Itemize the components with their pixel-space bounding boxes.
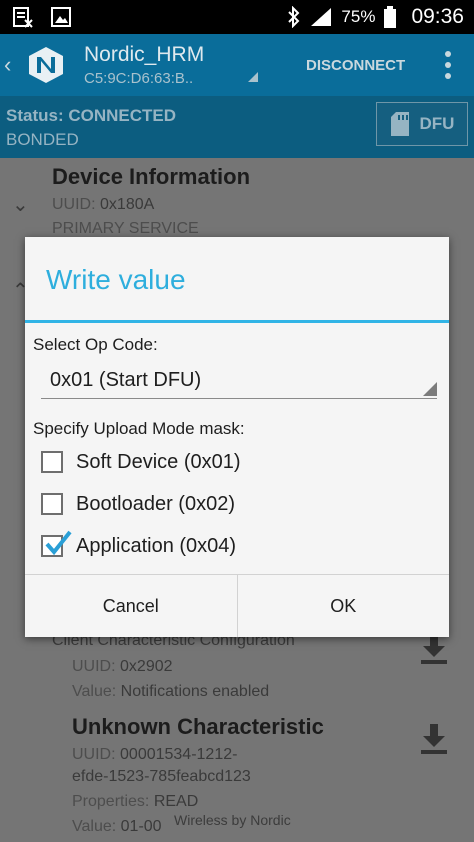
dfu-label: DFU (419, 114, 455, 133)
sd-card-icon (390, 112, 409, 136)
system-status-bar: 75% 09:36 (0, 0, 474, 34)
softdevice-label: Soft Device (0x01) (76, 450, 241, 473)
descriptor-value: Value: Notifications enabled (72, 683, 269, 701)
signal-icon (311, 8, 332, 26)
back-chevron-icon[interactable]: ‹ (4, 52, 22, 78)
expand-chevron-icon[interactable]: ⌄ (12, 192, 29, 217)
checkmark-icon (45, 530, 72, 556)
disconnect-button[interactable]: DISCONNECT (306, 57, 405, 74)
action-bar: ‹ Nordic_HRM C5:9C:D6:63:B.. DISCONNECT (0, 34, 474, 96)
characteristic-properties: Properties: READ (72, 793, 198, 811)
opcode-spinner[interactable]: 0x01 (Start DFU) (41, 365, 437, 399)
characteristic-title[interactable]: Unknown Characteristic (72, 714, 324, 740)
battery-percent: 75% (341, 7, 376, 26)
dialog-title-divider (25, 320, 449, 323)
bond-status: BONDED (6, 130, 79, 149)
characteristic-uuid-value-1: 00001534-1212- (120, 746, 238, 763)
service-type: PRIMARY SERVICE (52, 220, 199, 237)
opcode-selected-value: 0x01 (Start DFU) (50, 369, 202, 391)
upload-mask-label: Specify Upload Mode mask: (33, 419, 245, 438)
service-title[interactable]: Device Information (52, 164, 250, 190)
read-characteristic-icon[interactable] (418, 722, 450, 756)
ok-button[interactable]: OK (236, 575, 450, 637)
characteristic-properties-label: Properties: (72, 793, 150, 810)
device-address: C5:9C:D6:63:B.. (84, 70, 194, 87)
characteristic-value: Value: 01-00 (72, 818, 162, 836)
device-spinner-indicator-icon (248, 72, 258, 82)
write-value-dialog: Write value Select Op Code: 0x01 (Start … (25, 237, 449, 637)
characteristic-value-value: 01-00 (120, 818, 162, 835)
descriptor-uuid-label: UUID: (72, 658, 116, 675)
footer-brand: Wireless by Nordic (174, 812, 291, 828)
characteristic-uuid: UUID: 00001534-1212- (72, 746, 237, 764)
application-label: Application (0x04) (76, 534, 237, 557)
image-notification-icon (51, 7, 71, 27)
descriptor-uuid-value: 0x2902 (120, 658, 173, 675)
connection-status-strip: Status: CONNECTED BONDED DFU (0, 96, 474, 158)
softdevice-checkbox[interactable] (41, 451, 63, 473)
softdevice-option[interactable]: Soft Device (0x01) (41, 447, 241, 477)
service-uuid: UUID: 0x180A (52, 196, 154, 214)
dialog-title: Write value (46, 264, 186, 295)
overflow-menu-icon[interactable] (443, 51, 453, 79)
opcode-label: Select Op Code: (33, 335, 158, 354)
clipboard-notification-icon (13, 7, 33, 28)
characteristic-uuid-label: UUID: (72, 746, 116, 763)
bootloader-option[interactable]: Bootloader (0x02) (41, 489, 235, 519)
dialog-button-bar: Cancel OK (25, 574, 449, 637)
service-uuid-value: 0x180A (100, 196, 155, 213)
application-option[interactable]: Application (0x04) (41, 530, 237, 561)
read-descriptor-icon[interactable] (418, 632, 450, 666)
application-checkbox[interactable] (41, 530, 72, 557)
characteristic-value-label: Value: (72, 818, 117, 835)
descriptor-uuid: UUID: 0x2902 (72, 658, 173, 676)
dropdown-arrow-icon (423, 382, 437, 396)
characteristic-properties-value: READ (153, 793, 199, 810)
connection-status: Status: CONNECTED (6, 106, 177, 125)
device-name: Nordic_HRM (84, 43, 205, 66)
nordic-logo-icon[interactable] (26, 45, 66, 85)
characteristic-uuid-value-2: efde-1523-785feabcd123 (72, 768, 251, 785)
service-uuid-label: UUID: (52, 196, 96, 213)
cancel-button[interactable]: Cancel (25, 575, 237, 637)
bluetooth-icon (288, 6, 300, 28)
descriptor-value-value: Notifications enabled (120, 683, 270, 700)
bootloader-checkbox[interactable] (41, 493, 63, 515)
clock: 09:36 (411, 5, 464, 28)
dfu-button[interactable]: DFU (376, 102, 468, 146)
bootloader-label: Bootloader (0x02) (76, 492, 235, 515)
descriptor-value-label: Value: (72, 683, 117, 700)
device-titles[interactable]: Nordic_HRM C5:9C:D6:63:B.. (84, 43, 254, 87)
battery-icon (384, 6, 397, 28)
